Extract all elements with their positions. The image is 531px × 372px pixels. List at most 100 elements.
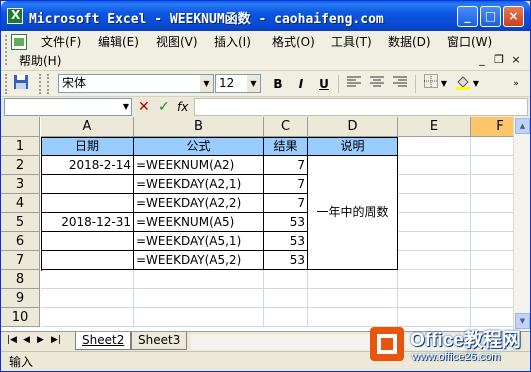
menu-grip-handle[interactable] — [5, 35, 9, 65]
watermark: Office教程网 www.office26.com — [366, 323, 530, 371]
menu-view[interactable]: 视图(V) — [156, 34, 198, 51]
column-header-d[interactable]: D — [308, 117, 398, 137]
excel-app-icon[interactable] — [7, 8, 23, 24]
formula-cell[interactable]: =WEEKDAY(A2,2) — [134, 194, 264, 213]
date-cell[interactable] — [41, 194, 134, 213]
align-right-icon[interactable] — [390, 74, 410, 94]
chevron-down-icon[interactable]: ▼ — [200, 75, 213, 92]
date-cell[interactable] — [41, 251, 134, 270]
formula-cell[interactable]: =WEEKDAY(A5,1) — [134, 232, 264, 251]
menu-data[interactable]: 数据(D) — [388, 34, 431, 51]
date-cell[interactable] — [41, 232, 134, 251]
toolbar-grip[interactable] — [5, 74, 9, 94]
header-cell-result[interactable]: 结果 — [264, 137, 308, 156]
row-header-4[interactable]: 4 — [1, 194, 40, 213]
row-header-3[interactable]: 3 — [1, 175, 40, 194]
menu-insert[interactable]: 插入(I) — [214, 34, 251, 51]
description-merged-cell[interactable]: 一年中的周数 — [308, 156, 398, 270]
tab-sheet3[interactable]: Sheet3 — [131, 332, 188, 350]
bold-button[interactable]: B — [268, 74, 288, 94]
prev-sheet-icon[interactable]: ◀ — [23, 335, 30, 345]
align-left-icon[interactable] — [344, 74, 364, 94]
font-name-combo[interactable]: 宋体 ▼ — [58, 74, 214, 93]
title-bar[interactable]: Microsoft Excel - WEEKNUM函数 - caohaifeng… — [1, 1, 530, 31]
select-all-corner[interactable] — [1, 117, 40, 137]
row-header-10[interactable]: 10 — [1, 308, 40, 327]
close-button[interactable]: × — [503, 6, 524, 27]
font-size-combo[interactable]: 12 ▼ — [215, 74, 261, 93]
formula-cell[interactable]: =WEEKNUM(A5) — [134, 213, 264, 232]
align-center-icon[interactable] — [367, 74, 387, 94]
menu-format[interactable]: 格式(O) — [272, 34, 315, 51]
row-header-5[interactable]: 5 — [1, 213, 40, 232]
menu-tools[interactable]: 工具(T) — [331, 34, 372, 51]
doc-close-button[interactable]: × — [509, 53, 523, 66]
excel-window: Microsoft Excel - WEEKNUM函数 - caohaifeng… — [0, 0, 531, 372]
formula-bar: ▼ ✕ ✓ fx — [1, 97, 530, 117]
fill-color-icon[interactable] — [453, 74, 473, 94]
date-cell[interactable]: 2018-2-14 — [41, 156, 134, 175]
toolbar-grip-3[interactable] — [47, 74, 51, 94]
chevron-down-icon[interactable]: ▼ — [471, 74, 481, 94]
italic-button[interactable]: I — [291, 74, 311, 94]
row-header-8[interactable]: 8 — [1, 270, 40, 289]
vertical-scrollbar[interactable]: ▲ ▼ — [513, 117, 530, 331]
header-cell-date[interactable]: 日期 — [41, 137, 134, 156]
underline-button[interactable]: U — [314, 74, 334, 94]
header-cell-formula[interactable]: 公式 — [134, 137, 264, 156]
result-cell[interactable]: 53 — [264, 232, 308, 251]
result-cell[interactable]: 7 — [264, 194, 308, 213]
table-border-left — [41, 137, 42, 271]
last-sheet-icon[interactable]: ▶| — [51, 335, 61, 345]
chevron-down-icon[interactable]: ▼ — [439, 74, 449, 94]
column-header-c[interactable]: C — [264, 117, 308, 137]
workbook-icon[interactable] — [11, 34, 27, 50]
font-size-value: 12 — [219, 76, 235, 90]
menu-window[interactable]: 窗口(W) — [447, 34, 492, 51]
result-cell[interactable]: 7 — [264, 156, 308, 175]
row-header-9[interactable]: 9 — [1, 289, 40, 308]
save-icon[interactable] — [11, 74, 31, 94]
result-cell[interactable]: 53 — [264, 251, 308, 270]
header-cell-description[interactable]: 说明 — [308, 137, 398, 156]
doc-minimize-button[interactable]: _ — [475, 53, 489, 66]
formula-input[interactable] — [194, 98, 528, 116]
enter-icon[interactable]: ✓ — [158, 98, 170, 116]
scroll-up-icon[interactable]: ▲ — [515, 118, 530, 134]
toolbar-grip-2[interactable] — [39, 74, 43, 94]
menu-help[interactable]: 帮助(H) — [19, 53, 61, 70]
font-name-value: 宋体 — [62, 76, 87, 90]
row-header-2[interactable]: 2 — [1, 156, 40, 175]
maximize-button[interactable]: □ — [480, 6, 501, 27]
minimize-button[interactable]: _ — [457, 6, 478, 27]
next-sheet-icon[interactable]: ▶ — [37, 335, 44, 345]
tab-sheet2[interactable]: Sheet2 — [75, 332, 132, 350]
row-header-7[interactable]: 7 — [1, 251, 40, 270]
first-sheet-icon[interactable]: |◀ — [7, 335, 17, 345]
status-text: 输入 — [9, 355, 34, 369]
formula-cell[interactable]: =WEEKDAY(A2,1) — [134, 175, 264, 194]
insert-function-icon[interactable]: fx — [177, 98, 188, 116]
menu-bar: 文件(F) 编辑(E) 视图(V) 插入(I) 格式(O) 工具(T) 数据(D… — [1, 31, 530, 71]
toolbar-options-icon[interactable]: » — [511, 74, 521, 94]
formula-cell[interactable]: =WEEKNUM(A2) — [134, 156, 264, 175]
column-header-b[interactable]: B — [134, 117, 264, 137]
name-box[interactable]: ▼ — [4, 98, 132, 116]
date-cell[interactable] — [41, 175, 134, 194]
cancel-icon[interactable]: ✕ — [138, 98, 150, 116]
result-cell[interactable]: 7 — [264, 175, 308, 194]
borders-icon[interactable] — [421, 74, 441, 94]
chevron-down-icon[interactable]: ▼ — [247, 75, 260, 92]
menu-edit[interactable]: 编辑(E) — [98, 34, 139, 51]
result-cell[interactable]: 53 — [264, 213, 308, 232]
watermark-title: Office教程网 — [410, 330, 521, 351]
row-header-1[interactable]: 1 — [1, 137, 40, 156]
date-cell[interactable]: 2018-12-31 — [41, 213, 134, 232]
formula-cell[interactable]: =WEEKDAY(A5,2) — [134, 251, 264, 270]
row-header-6[interactable]: 6 — [1, 232, 40, 251]
doc-restore-button[interactable]: ❐ — [492, 53, 506, 66]
column-header-a[interactable]: A — [41, 117, 134, 137]
column-header-e[interactable]: E — [398, 117, 471, 137]
menu-file[interactable]: 文件(F) — [41, 34, 81, 51]
chevron-down-icon[interactable]: ▼ — [123, 99, 129, 115]
